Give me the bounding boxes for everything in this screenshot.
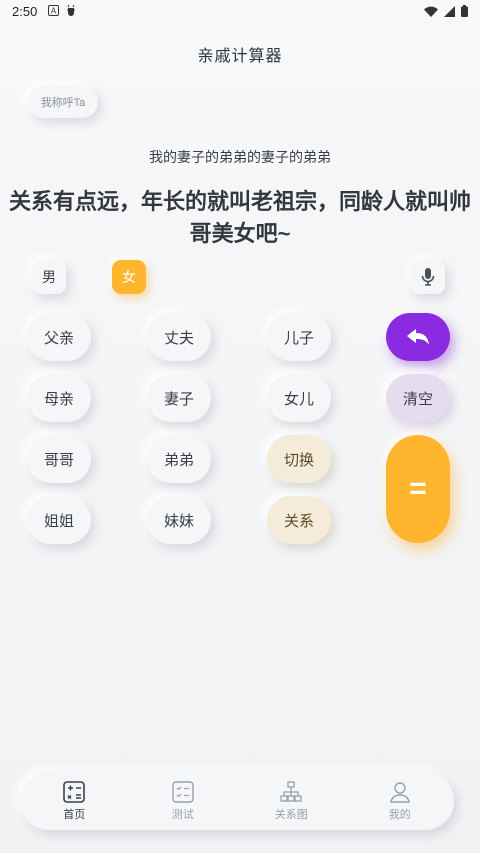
notification-a-icon: A [48,4,59,16]
signal-icon [444,5,455,17]
key-son[interactable]: 儿子 [267,313,331,361]
relation-expression: 我的妻子的弟弟的妻子的弟弟 [149,149,331,165]
tab-test[interactable]: 测试 [129,772,238,830]
wifi-icon [424,6,438,17]
tab-label: 测试 [171,808,194,821]
equals-button[interactable]: = [386,435,450,543]
microphone-icon [421,268,435,286]
key-daughter[interactable]: 女儿 [267,374,331,422]
key-younger-brother[interactable]: 弟弟 [147,435,211,483]
key-wife[interactable]: 妻子 [147,374,211,422]
checklist-icon [172,780,194,803]
backspace-button[interactable] [386,313,450,361]
tab-label: 关系图 [274,808,308,821]
status-bar: 2:50 A [0,0,480,24]
tab-label: 我的 [388,808,411,821]
tab-label: 首页 [63,808,86,821]
key-mother[interactable]: 母亲 [27,374,91,422]
svg-text:A: A [51,6,57,15]
gender-female-toggle[interactable]: 女 [112,260,146,294]
tab-mine[interactable]: 我的 [346,772,455,830]
switch-button[interactable]: 切换 [267,435,331,483]
tab-relation-chart[interactable]: 关系图 [237,772,346,830]
calculator-icon [63,780,86,803]
status-time: 2:50 [12,4,38,19]
tab-home[interactable]: 首页 [20,772,129,830]
relation-result: 关系有点远，年长的就叫老祖宗，同龄人就叫帅哥美女吧~ [8,189,471,246]
bottom-tab-bar: 首页 测试 关系图 我的 [20,772,454,830]
key-father[interactable]: 父亲 [27,313,91,361]
relation-button[interactable]: 关系 [267,496,331,544]
battery-icon [461,5,468,17]
voice-input-button[interactable] [411,260,445,294]
gender-male-toggle[interactable]: 男 [32,260,66,294]
key-elder-brother[interactable]: 哥哥 [27,435,91,483]
undo-arrow-icon [407,329,429,345]
key-elder-sister[interactable]: 姐姐 [27,496,91,544]
key-younger-sister[interactable]: 妹妹 [147,496,211,544]
clear-button[interactable]: 清空 [386,374,450,422]
bug-icon [67,4,75,16]
person-icon [389,781,410,803]
key-husband[interactable]: 丈夫 [147,313,211,361]
page-title: 亲戚计算器 [197,48,283,65]
tree-icon [280,780,302,802]
call-ta-button[interactable]: 我称呼Ta [28,86,98,118]
